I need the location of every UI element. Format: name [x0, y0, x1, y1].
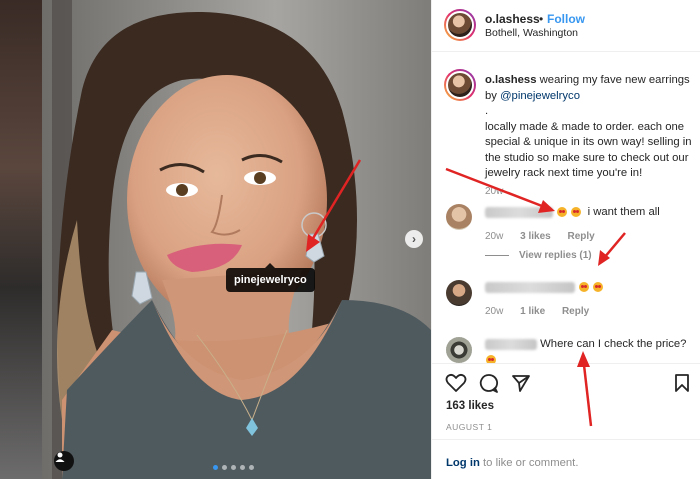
tagged-users-button[interactable] [54, 451, 74, 471]
heart-eyes-emoji-icon [571, 207, 582, 218]
login-prompt: Log in to like or comment. [446, 457, 578, 469]
carousel-indicator [213, 465, 254, 470]
comment-username-blurred[interactable] [485, 338, 537, 350]
comment-username-blurred[interactable] [485, 206, 553, 218]
caption-mention-link[interactable]: @pinejewelryco [500, 90, 580, 102]
person-icon [55, 452, 65, 462]
next-photo-button[interactable]: › [405, 230, 423, 248]
heart-eyes-emoji-icon [579, 282, 590, 293]
comment-avatar[interactable] [446, 280, 472, 306]
carousel-dot [213, 465, 218, 470]
comment-likes[interactable]: 1 like [520, 306, 545, 317]
heart-eyes-emoji-icon [593, 282, 604, 293]
post-header: o.lashess • Follow Bothell, Washington [432, 0, 700, 52]
carousel-dot [231, 465, 236, 470]
comment-icon[interactable] [479, 373, 499, 393]
post-caption: o.lashess wearing my fave new earrings b… [485, 73, 695, 182]
comment-likes[interactable]: 3 likes [520, 231, 551, 242]
caption-avatar[interactable] [444, 69, 476, 101]
post-photo[interactable]: pinejewelryco › [42, 0, 431, 479]
portrait-image [42, 0, 431, 479]
caption-dot: . [485, 105, 489, 117]
reply-button[interactable]: Reply [562, 306, 589, 317]
login-bar: Log in to like or comment. [432, 439, 700, 479]
comment-timestamp[interactable]: 20w [485, 306, 503, 317]
view-replies-label: View replies (1) [519, 250, 592, 261]
header-separator: • [539, 12, 544, 26]
carousel-dot [249, 465, 254, 470]
comment-username-blurred[interactable] [485, 281, 575, 293]
heart-icon[interactable] [445, 373, 467, 393]
author-avatar[interactable] [444, 9, 476, 41]
post-date[interactable]: AUGUST 1 [446, 422, 492, 432]
heart-eyes-emoji-icon [557, 207, 568, 218]
comment-1-meta: 20w 3 likes Reply [485, 231, 609, 242]
comment-avatar[interactable] [446, 204, 472, 230]
comment-timestamp[interactable]: 20w [485, 231, 503, 242]
view-replies-button[interactable]: View replies (1) [485, 250, 592, 261]
share-icon[interactable] [511, 373, 531, 393]
post-side-panel: o.lashess • Follow Bothell, Washington o… [431, 0, 700, 479]
comment-text: i want them all [587, 206, 660, 218]
login-rest-text: to like or comment. [479, 457, 579, 469]
comment-2 [485, 281, 604, 293]
follow-button[interactable]: Follow [547, 12, 585, 26]
author-username[interactable]: o.lashess [485, 12, 540, 26]
replies-divider-line [485, 254, 509, 256]
reply-button[interactable]: Reply [568, 231, 595, 242]
likes-count[interactable]: 163 likes [446, 400, 494, 412]
comment-text: Where can I check the price? [540, 338, 687, 350]
comment-3: Where can I check the price? [485, 338, 686, 350]
location-link[interactable]: Bothell, Washington [485, 27, 578, 39]
post-actions: 163 likes AUGUST 1 Log in to like or com… [432, 363, 700, 479]
login-link[interactable]: Log in [446, 457, 480, 469]
comment-2-meta: 20w 1 like Reply [485, 306, 603, 317]
carousel-dot [222, 465, 227, 470]
caption-username[interactable]: o.lashess [485, 74, 537, 86]
comment-avatar[interactable] [446, 337, 472, 363]
carousel-dot [240, 465, 245, 470]
chevron-right-icon: › [412, 232, 416, 246]
caption-timestamp[interactable]: 20w [485, 186, 503, 197]
product-tag-label[interactable]: pinejewelryco [226, 263, 315, 292]
comment-1: i want them all [485, 206, 660, 218]
bookmark-icon[interactable] [674, 373, 690, 393]
caption-text-2: locally made & made to order. each one s… [485, 120, 692, 180]
previous-post-strip [0, 0, 42, 479]
